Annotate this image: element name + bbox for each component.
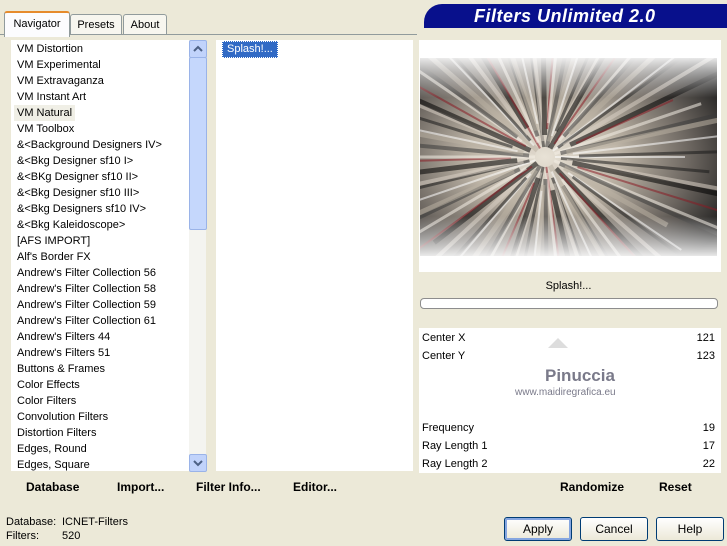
category-item[interactable]: &<Bkg Designers sf10 IV> <box>17 201 146 217</box>
param-ray-length-1[interactable]: Ray Length 1 17 <box>420 438 717 454</box>
category-item[interactable]: VM Instant Art <box>17 89 86 105</box>
category-item[interactable]: Color Filters <box>17 393 76 409</box>
param-ray-length-2[interactable]: Ray Length 2 22 <box>420 456 717 472</box>
category-item[interactable]: &<Bkg Designer sf10 III> <box>17 185 139 201</box>
database-button[interactable]: Database <box>26 478 79 496</box>
tab-about[interactable]: About <box>123 14 167 35</box>
category-item[interactable]: Andrew's Filter Collection 56 <box>17 265 156 281</box>
help-button[interactable]: Help <box>656 517 724 541</box>
category-item[interactable]: VM Extravaganza <box>17 73 104 89</box>
param-value[interactable]: 17 <box>703 438 715 454</box>
preview-splash-graphic <box>420 58 717 256</box>
param-center-y[interactable]: Center Y 123 <box>420 348 717 364</box>
category-item[interactable]: &<Bkg Kaleidoscope> <box>17 217 125 233</box>
param-frequency[interactable]: Frequency 19 <box>420 420 717 436</box>
category-item[interactable]: Alf's Border FX <box>17 249 91 265</box>
category-item[interactable]: Buttons & Frames <box>17 361 105 377</box>
filter-item-splash[interactable]: Splash!... <box>222 41 278 58</box>
chevron-down-icon <box>193 460 203 467</box>
filter-name-label: Splash!... <box>420 276 717 296</box>
category-item[interactable]: &<BKg Designer sf10 II> <box>17 169 138 185</box>
cancel-button[interactable]: Cancel <box>580 517 648 541</box>
editor-button[interactable]: Editor... <box>293 478 337 496</box>
category-item[interactable]: VM Distortion <box>17 41 83 57</box>
app-title: Filters Unlimited 2.0 <box>474 6 656 26</box>
filter-list[interactable] <box>216 40 413 471</box>
scroll-down-button[interactable] <box>189 454 207 472</box>
database-value: ICNET-Filters <box>62 516 128 528</box>
category-item[interactable]: Edges, Round <box>17 441 87 457</box>
category-item[interactable]: Color Effects <box>17 377 80 393</box>
param-value[interactable]: 123 <box>697 348 715 364</box>
param-label: Center X <box>422 332 466 344</box>
scroll-up-button[interactable] <box>189 40 207 58</box>
category-item[interactable]: Andrew's Filters 44 <box>17 329 110 345</box>
param-value[interactable]: 19 <box>703 420 715 436</box>
tab-presets[interactable]: Presets <box>70 14 122 35</box>
database-label: Database: <box>6 516 57 528</box>
randomize-button[interactable]: Randomize <box>560 478 624 496</box>
category-item[interactable]: Edges, Square <box>17 457 90 473</box>
category-item[interactable]: VM Experimental <box>17 57 101 73</box>
category-item[interactable]: Distortion Filters <box>17 425 96 441</box>
category-item[interactable]: Andrew's Filter Collection 59 <box>17 297 156 313</box>
reset-button[interactable]: Reset <box>659 478 692 496</box>
scroll-thumb[interactable] <box>189 57 207 230</box>
category-item[interactable]: VM Natural <box>14 105 76 121</box>
watermark-url: www.maidiregrafica.eu <box>515 387 616 398</box>
category-scrollbar[interactable] <box>189 40 207 472</box>
category-item[interactable]: Convolution Filters <box>17 409 108 425</box>
param-center-x[interactable]: Center X 121 <box>420 330 717 346</box>
filters-label: Filters: <box>6 530 39 542</box>
param-label: Frequency <box>422 422 474 434</box>
param-label: Ray Length 1 <box>422 440 488 452</box>
tab-navigator[interactable]: Navigator <box>4 11 70 37</box>
param-value[interactable]: 121 <box>697 330 715 346</box>
category-item[interactable]: VM Toolbox <box>17 121 74 137</box>
watermark-name: Pinuccia <box>545 366 615 385</box>
category-item[interactable]: &<Bkg Designer sf10 I> <box>17 153 133 169</box>
param-label: Ray Length 2 <box>422 458 488 470</box>
apply-button[interactable]: Apply <box>504 517 572 541</box>
category-item[interactable]: [AFS IMPORT] <box>17 233 90 249</box>
filter-info-button[interactable]: Filter Info... <box>196 478 261 496</box>
param-value[interactable]: 22 <box>703 456 715 472</box>
preview-image <box>420 58 717 256</box>
param-label: Center Y <box>422 350 466 362</box>
category-item[interactable]: &<Background Designers IV> <box>17 137 162 153</box>
watermark-arrow-icon <box>548 338 568 348</box>
chevron-up-icon <box>193 45 203 52</box>
category-item[interactable]: Andrew's Filter Collection 58 <box>17 281 156 297</box>
progress-bar <box>420 298 718 309</box>
import-button[interactable]: Import... <box>117 478 164 496</box>
category-item[interactable]: Andrew's Filters 51 <box>17 345 110 361</box>
category-item[interactable]: Andrew's Filter Collection 61 <box>17 313 156 329</box>
filters-count: 520 <box>62 530 81 542</box>
